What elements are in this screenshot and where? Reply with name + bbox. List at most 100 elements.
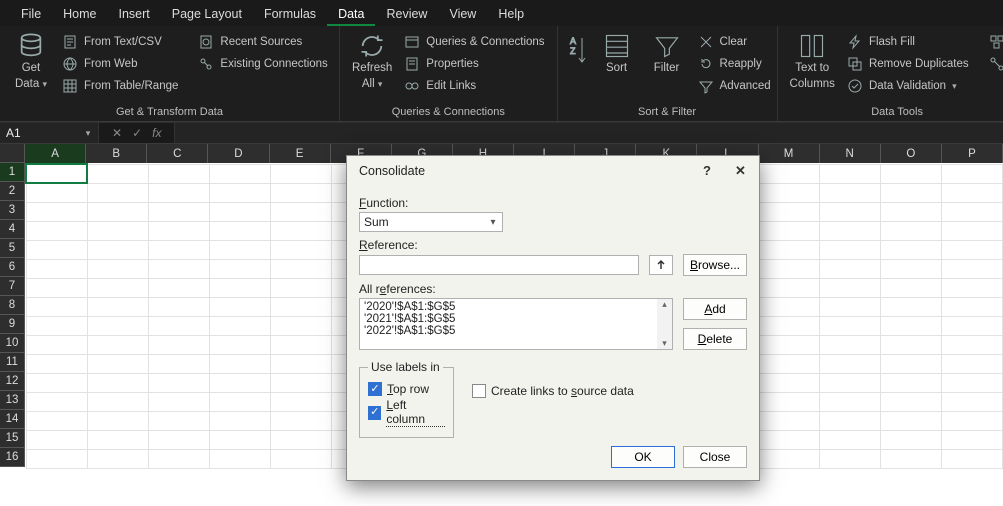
extra-icon-1[interactable] (983, 32, 1003, 52)
from-web-button[interactable]: From Web (56, 54, 184, 74)
cell[interactable] (87, 164, 148, 183)
cell[interactable] (26, 449, 87, 468)
menubar[interactable]: File Home Insert Page Layout Formulas Da… (0, 0, 1003, 26)
formula-input[interactable] (175, 123, 1003, 143)
cell[interactable] (941, 278, 1002, 297)
cell[interactable] (758, 164, 819, 183)
cell[interactable] (148, 411, 209, 430)
cell[interactable] (819, 449, 880, 468)
scroll-down-icon[interactable]: ▾ (657, 338, 672, 349)
function-select[interactable]: Sum ▾ (359, 212, 503, 232)
cell[interactable] (819, 335, 880, 354)
filter-button[interactable]: Filter (642, 30, 692, 78)
cell[interactable] (209, 183, 270, 202)
cell[interactable] (941, 202, 1002, 221)
cell[interactable] (209, 221, 270, 240)
cell[interactable] (209, 240, 270, 259)
cell[interactable] (209, 335, 270, 354)
dialog-help-button[interactable]: ? (703, 164, 717, 178)
cell[interactable] (880, 411, 941, 430)
browse-button[interactable]: Browse... (683, 254, 747, 276)
cell[interactable] (87, 316, 148, 335)
cell[interactable] (941, 183, 1002, 202)
cell[interactable] (758, 373, 819, 392)
cell[interactable] (880, 335, 941, 354)
cell[interactable] (819, 392, 880, 411)
cell[interactable] (26, 392, 87, 411)
cell[interactable] (819, 259, 880, 278)
cell[interactable] (758, 411, 819, 430)
tab-home[interactable]: Home (52, 2, 107, 26)
cell[interactable] (26, 354, 87, 373)
cell[interactable] (270, 183, 331, 202)
cell[interactable] (87, 297, 148, 316)
cell[interactable] (209, 354, 270, 373)
cell[interactable] (148, 240, 209, 259)
collapse-dialog-button[interactable] (649, 255, 673, 275)
dialog-close-button[interactable]: ✕ (735, 164, 749, 178)
properties-button[interactable]: Properties (398, 54, 550, 74)
cell[interactable] (941, 164, 1002, 183)
cell[interactable] (819, 411, 880, 430)
delete-button[interactable]: Delete (683, 328, 747, 350)
row-header[interactable]: 11 (0, 353, 25, 372)
cell[interactable] (758, 221, 819, 240)
all-references-list[interactable]: '2020'!$A$1:$G$5 '2021'!$A$1:$G$5 '2022'… (359, 298, 673, 350)
list-item[interactable]: '2020'!$A$1:$G$5 (364, 301, 668, 313)
cell[interactable] (209, 164, 270, 183)
cell[interactable] (209, 373, 270, 392)
cell[interactable] (758, 259, 819, 278)
cell[interactable] (819, 278, 880, 297)
name-box[interactable]: ▾ (0, 123, 98, 143)
cell[interactable] (148, 164, 209, 183)
tab-page-layout[interactable]: Page Layout (161, 2, 253, 26)
select-all-corner[interactable] (0, 144, 25, 163)
cell[interactable] (758, 430, 819, 449)
recent-sources-button[interactable]: Recent Sources (192, 32, 333, 52)
row-headers[interactable]: 12345678910111213141516 (0, 163, 25, 467)
col-header[interactable]: P (942, 144, 1003, 163)
remove-duplicates-button[interactable]: Remove Duplicates (841, 54, 975, 74)
cell[interactable] (880, 449, 941, 468)
cell[interactable] (26, 278, 87, 297)
col-header[interactable]: B (86, 144, 147, 163)
tab-view[interactable]: View (438, 2, 487, 26)
cell[interactable] (148, 202, 209, 221)
row-header[interactable]: 4 (0, 220, 25, 239)
cell[interactable] (148, 278, 209, 297)
refresh-all-button[interactable]: Refresh All ▾ (346, 30, 398, 94)
dialog-titlebar[interactable]: Consolidate ? ✕ (347, 156, 759, 186)
cell[interactable] (209, 392, 270, 411)
row-header[interactable]: 14 (0, 410, 25, 429)
cell[interactable] (758, 392, 819, 411)
cell[interactable] (26, 411, 87, 430)
cell[interactable] (26, 430, 87, 449)
cell[interactable] (270, 430, 331, 449)
name-box-caret-icon[interactable]: ▾ (78, 123, 98, 143)
accept-formula-icon[interactable]: ✓ (127, 126, 147, 140)
cell[interactable] (941, 392, 1002, 411)
cell[interactable] (941, 259, 1002, 278)
cell[interactable] (819, 316, 880, 335)
cell[interactable] (880, 202, 941, 221)
row-header[interactable]: 10 (0, 334, 25, 353)
list-item[interactable]: '2021'!$A$1:$G$5 (364, 313, 668, 325)
cell[interactable] (87, 278, 148, 297)
col-header[interactable]: E (270, 144, 331, 163)
cell[interactable] (148, 221, 209, 240)
cell[interactable] (758, 240, 819, 259)
cell[interactable] (270, 335, 331, 354)
cell[interactable] (941, 221, 1002, 240)
cell[interactable] (270, 411, 331, 430)
cell[interactable] (87, 221, 148, 240)
cell[interactable] (270, 373, 331, 392)
cell[interactable] (270, 316, 331, 335)
row-header[interactable]: 8 (0, 296, 25, 315)
row-header[interactable]: 2 (0, 182, 25, 201)
cell[interactable] (209, 259, 270, 278)
cell[interactable] (87, 240, 148, 259)
cell[interactable] (26, 202, 87, 221)
cell[interactable] (941, 240, 1002, 259)
extra-icon-2[interactable] (983, 54, 1003, 74)
sort-button[interactable]: Sort (592, 30, 642, 78)
